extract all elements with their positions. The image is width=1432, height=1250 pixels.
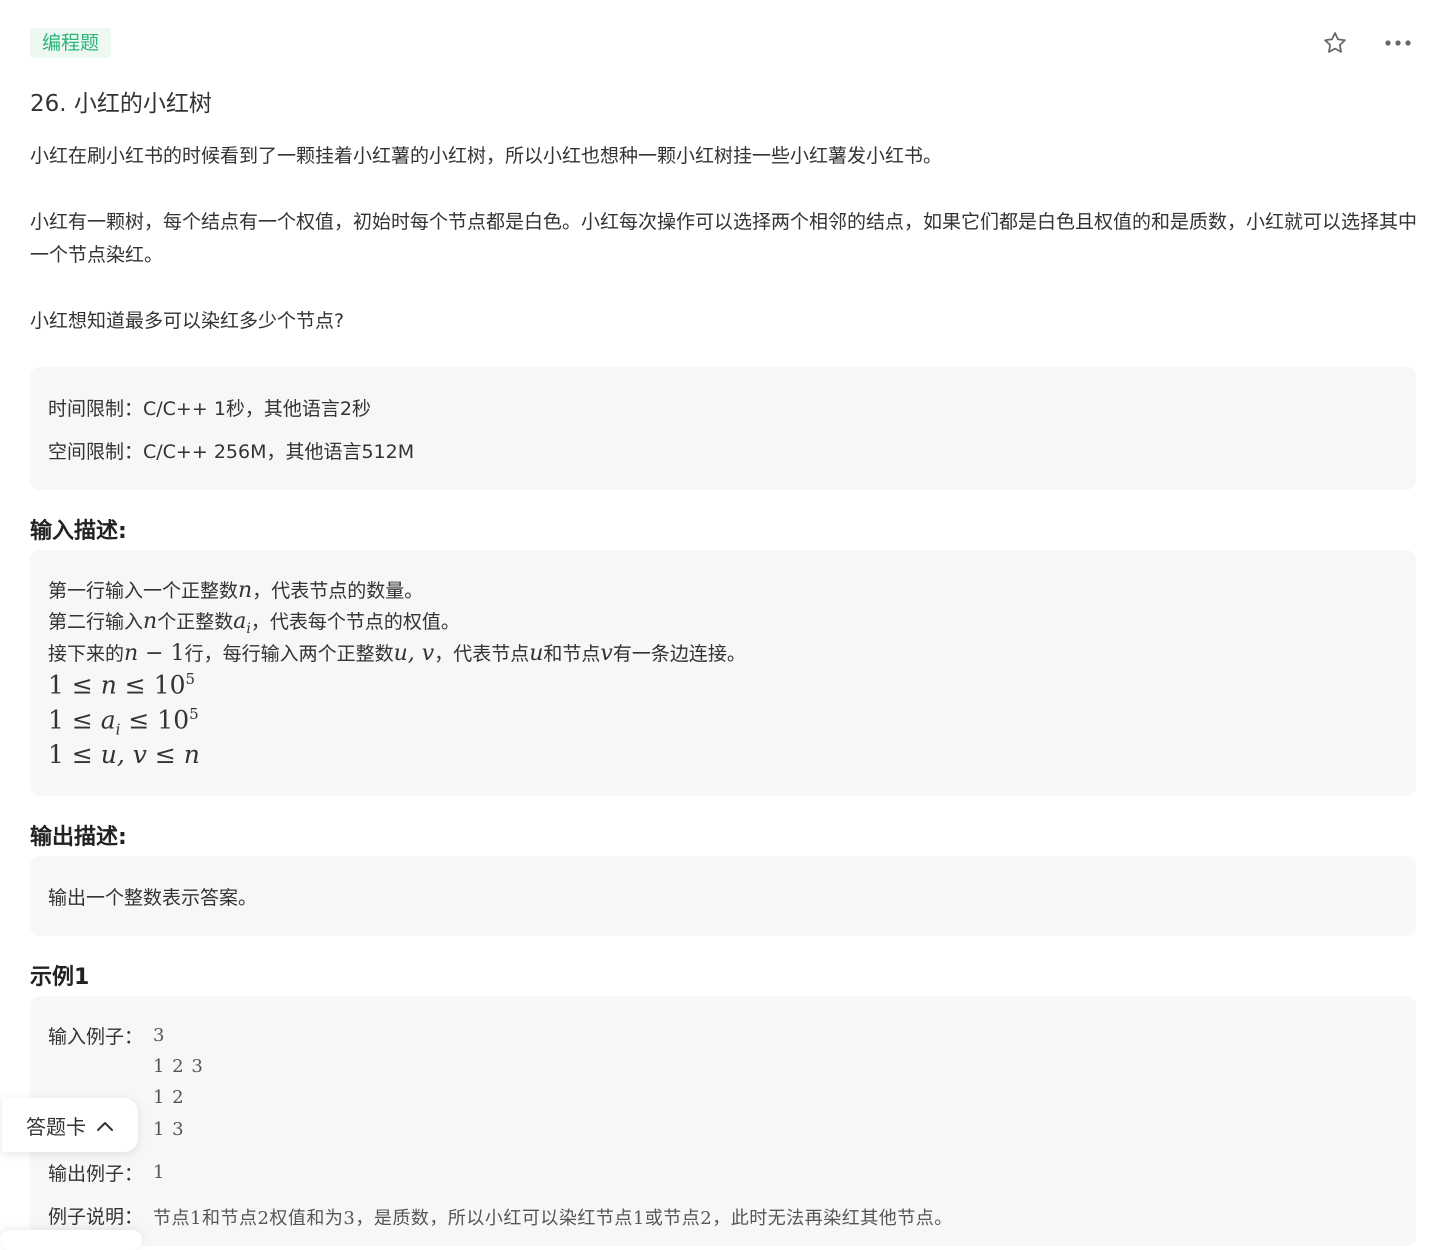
math-text: ≤ — [146, 740, 184, 769]
example-input-label: 输入例子： — [48, 1026, 144, 1048]
constraint-n: 1 ≤ n ≤ 105 — [48, 670, 195, 699]
description-paragraph-2: 小红有一颗树，每个结点有一个权值，初始时每个节点都是白色。小红每次操作可以选择两… — [30, 211, 1418, 266]
math-var: u, v — [100, 740, 147, 769]
math-var: n — [100, 670, 117, 700]
math-text: ≤ 10 — [116, 670, 186, 700]
math-var: a — [100, 705, 116, 735]
example-heading: 示例1 — [30, 965, 90, 990]
math-v: v — [600, 641, 613, 666]
math-n: n — [143, 609, 158, 634]
problem-title: 26. 小红的小红树 — [30, 91, 212, 117]
math-text: 1 ≤ — [48, 670, 101, 700]
math-text: 1 ≤ — [48, 705, 101, 735]
text: ，代表节点 — [434, 643, 530, 665]
text: ，代表每个节点的权值。 — [250, 611, 460, 633]
output-description-text: 输出一个整数表示答案。 — [48, 887, 258, 909]
math-sup: 5 — [185, 670, 196, 688]
text: ，代表节点的数量。 — [252, 580, 424, 602]
text: 接下来的 — [48, 643, 125, 665]
math-n: n — [238, 578, 253, 603]
example-output-label: 输出例子： — [48, 1163, 144, 1185]
math-uv: u, v — [393, 641, 435, 666]
bottom-floating-bar — [0, 1230, 142, 1250]
constraint-uv: 1 ≤ u, v ≤ n — [48, 740, 200, 769]
input-line-2: 第二行输入n个正整数ai，代表每个节点的权值。 — [48, 607, 460, 637]
math-text: ≤ 10 — [120, 705, 190, 735]
math-var: n — [183, 740, 200, 769]
input-line-1: 第一行输入一个正整数n，代表节点的数量。 — [48, 576, 423, 603]
example-explain-label: 例子说明： — [48, 1206, 144, 1228]
text: 行，每行输入两个正整数 — [184, 643, 394, 665]
output-description-box: 输出一个整数表示答案。 — [30, 856, 1416, 936]
input-line-3: 接下来的n − 1行，每行输入两个正整数u, v，代表节点u和节点v有一条边连接… — [48, 639, 746, 666]
more-icon — [1385, 40, 1411, 46]
output-description-heading: 输出描述: — [30, 825, 127, 850]
math-u: u — [529, 641, 544, 666]
constraint-a: 1 ≤ ai ≤ 105 — [48, 705, 199, 738]
time-limit: 时间限制：C/C++ 1秒，其他语言2秒 — [48, 398, 371, 420]
star-icon — [1324, 32, 1346, 53]
text: 和节点 — [543, 643, 601, 665]
math-sup: 5 — [189, 705, 199, 723]
input-description-box: 第一行输入一个正整数n，代表节点的数量。 第二行输入n个正整数ai，代表每个节点… — [30, 550, 1416, 796]
math-minus-one: − 1 — [138, 641, 185, 666]
answer-card-toggle[interactable]: 答题卡 — [2, 1098, 138, 1152]
text: 第一行输入一个正整数 — [48, 580, 239, 602]
question-type-tag: 编程题 — [30, 28, 112, 58]
example-input-line: 1 2 — [153, 1087, 185, 1108]
space-limit: 空间限制：C/C++ 256M，其他语言512M — [48, 441, 415, 463]
example-output-value: 1 — [153, 1162, 166, 1183]
more-options-button[interactable] — [1382, 28, 1414, 58]
example-input-line: 1 3 — [153, 1119, 185, 1140]
math-a: a — [233, 609, 247, 634]
chevron-up-icon — [96, 1113, 114, 1137]
input-description-heading: 输入描述: — [30, 519, 127, 544]
answer-card-label: 答题卡 — [26, 1114, 86, 1139]
text: 有一条边连接。 — [612, 643, 746, 665]
example-input-line: 1 2 3 — [153, 1056, 204, 1077]
text: 个正整数 — [157, 611, 234, 633]
limits-box: 时间限制：C/C++ 1秒，其他语言2秒 空间限制：C/C++ 256M，其他语… — [30, 367, 1416, 490]
example-explain-text: 节点1和节点2权值和为3，是质数，所以小红可以染红节点1或节点2，此时无法再染红… — [153, 1208, 953, 1229]
example-input-line: 3 — [153, 1025, 166, 1046]
math-n: n — [124, 641, 139, 666]
example-box: 输入例子： 3 1 2 3 1 2 1 3 输出例子： 1 例子说明： 节点1和… — [30, 996, 1416, 1246]
text: 第二行输入 — [48, 611, 144, 633]
description-paragraph-3: 小红想知道最多可以染红多少个节点? — [30, 310, 345, 332]
math-text: 1 ≤ — [48, 740, 101, 769]
favorite-button[interactable] — [1319, 28, 1351, 58]
description-paragraph-1: 小红在刷小红书的时候看到了一颗挂着小红薯的小红树，所以小红也想种一颗小红树挂一些… — [30, 145, 943, 167]
